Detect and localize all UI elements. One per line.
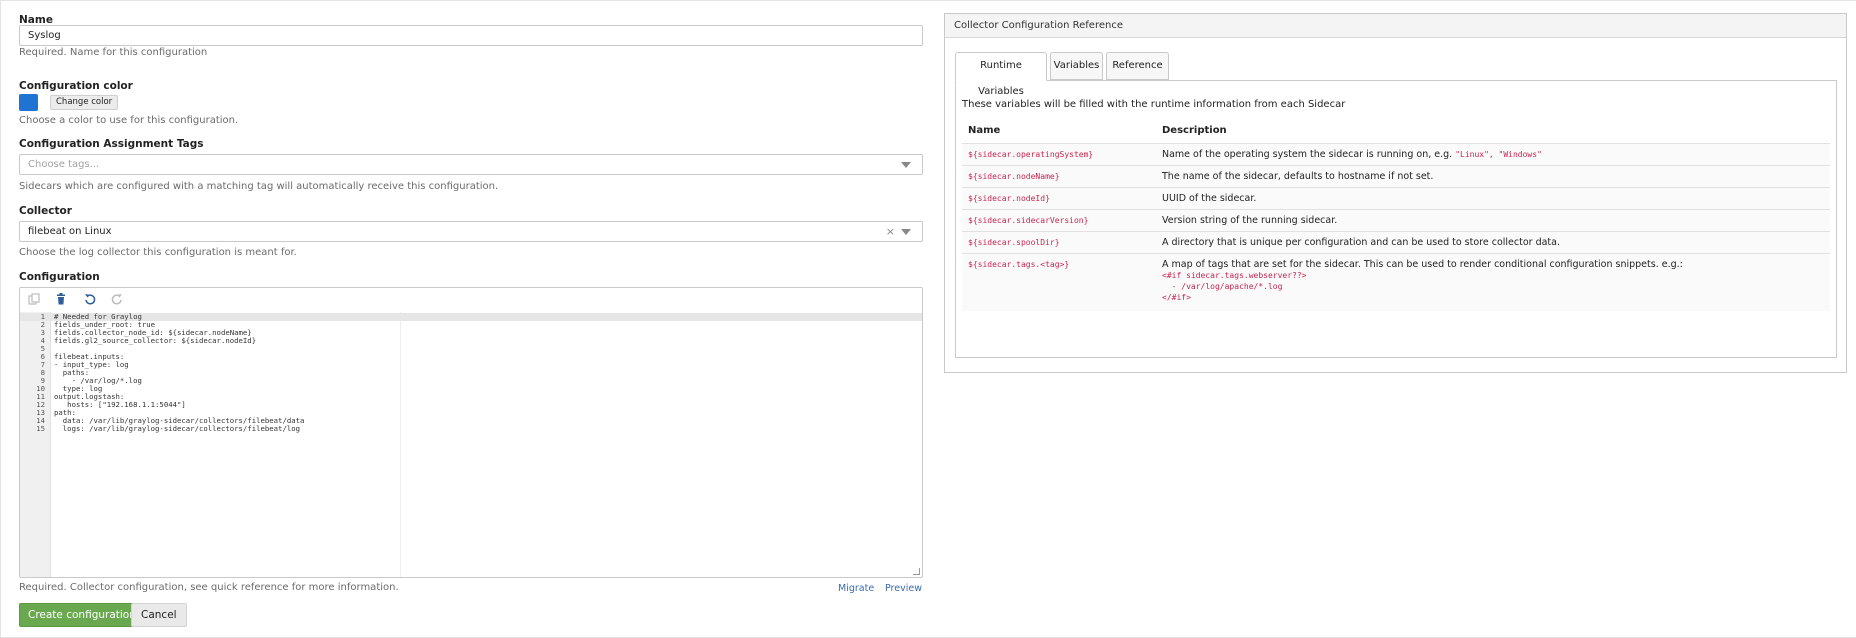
table-row: ${sidecar.spoolDir} A directory that is … [962,231,1830,253]
variable-name: ${sidecar.tags.<tag>} [968,260,1070,269]
code-editor[interactable]: 1 # Needed for Graylog 2 fields_under_root:… [19,287,923,578]
resize-handle[interactable] [913,568,920,575]
copy-icon[interactable] [27,292,41,306]
code-text: fields.gl2_source_collector: ${sidecar.n… [54,336,257,345]
variable-name: ${sidecar.operatingSystem} [968,150,1094,159]
configuration-help: Required. Collector configuration, see q… [19,582,399,593]
configuration-label: Configuration [19,271,100,283]
tab-runtime-variables[interactable]: Runtime Variables [955,52,1047,97]
redo-icon[interactable] [110,292,124,306]
variable-description: A directory that is unique per configura… [1162,237,1560,248]
table-row: ${sidecar.nodeName} The name of the side… [962,165,1830,187]
code-line[interactable]: 12 hosts: ["192.168.1.1:5044"] [20,401,922,409]
collector-help: Choose the log collector this configurat… [19,247,297,258]
code-text: logs: /var/lib/graylog-sidecar/collector… [54,424,301,433]
tags-help: Sidecars which are configured with a mat… [19,181,499,192]
code-line[interactable]: 1 # Needed for Graylog [20,313,922,321]
trash-icon[interactable] [54,292,68,306]
line-number: 15 [36,424,45,433]
code-line[interactable]: 10 type: log [20,385,922,393]
variable-name: ${sidecar.spoolDir} [968,238,1060,247]
variable-name: ${sidecar.sidecarVersion} [968,216,1089,225]
panel-title: Collector Configuration Reference [945,14,1846,38]
collector-select[interactable]: filebeat on Linux × [19,221,923,242]
runtime-variables-pane: These variables will be filled with the … [955,80,1837,358]
variable-name: ${sidecar.nodeName} [968,172,1060,181]
collector-value: filebeat on Linux [28,226,112,237]
inline-code: "Linux", "Windows" [1455,150,1542,159]
snippet-line: - /var/log/apache/*.log [1162,282,1283,291]
snippet-line: <#if sidecar.tags.webserver??> [1162,271,1307,280]
code-line[interactable]: 5 [20,345,922,353]
chevron-down-icon[interactable] [901,162,911,168]
snippet-line: </#if> [1162,293,1191,302]
name-help: Required. Name for this configuration [19,47,208,58]
color-label: Configuration color [19,80,133,92]
variable-description: Version string of the running sidecar. [1162,215,1338,226]
tags-select[interactable]: Choose tags... [19,154,923,175]
code-line[interactable]: 6 filebeat.inputs: [20,353,922,361]
code-line[interactable]: 4 fields.gl2_source_collector: ${sidecar.… [20,337,922,345]
code-line[interactable]: 7- input_type: log [20,361,922,369]
column-header-description: Description [1162,125,1227,136]
editor-toolbar [20,288,922,312]
chevron-down-icon[interactable] [901,229,911,235]
reference-panel: Collector Configuration Reference Runtim… [944,13,1847,373]
collector-label: Collector [19,205,72,217]
change-color-button[interactable]: Change color [50,95,119,110]
tab-variables[interactable]: Variables [1050,52,1103,80]
tab-reference[interactable]: Reference [1106,52,1169,80]
create-configuration-button[interactable]: Create configuration [19,603,145,627]
undo-icon[interactable] [83,292,97,306]
variable-description: Name of the operating system the sidecar… [1162,149,1542,160]
table-row: ${sidecar.tags.<tag>} A map of tags that… [962,253,1830,311]
variable-description: The name of the sidecar, defaults to hos… [1162,171,1434,182]
tags-label: Configuration Assignment Tags [19,138,204,150]
clear-icon[interactable]: × [886,222,895,241]
page: Name Syslog Required. Name for this conf… [0,0,1856,638]
table-row: ${sidecar.nodeId} UUID of the sidecar. [962,187,1830,209]
color-swatch[interactable] [19,94,38,111]
color-help: Choose a color to use for this configura… [19,115,239,126]
code-line[interactable]: 9 - /var/log/*.log [20,377,922,385]
table-row: ${sidecar.sidecarVersion} Version string… [962,209,1830,231]
code-line[interactable]: 15 logs: /var/lib/graylog-sidecar/collec… [20,425,922,433]
tags-placeholder: Choose tags... [28,159,100,170]
migrate-link[interactable]: Migrate [838,583,874,594]
name-input[interactable]: Syslog [19,25,923,46]
preview-link[interactable]: Preview [885,583,922,594]
cancel-button[interactable]: Cancel [131,603,187,627]
column-header-name: Name [968,125,1001,136]
code-lines[interactable]: 1 # Needed for Graylog 2 fields_under_root:… [20,313,922,433]
variable-name: ${sidecar.nodeId} [968,194,1050,203]
variable-description: UUID of the sidecar. [1162,193,1257,204]
variable-description: A map of tags that are set for the sidec… [1162,259,1683,270]
code-line[interactable]: 8 paths: [20,369,922,377]
table-row: ${sidecar.operatingSystem} Name of the o… [962,143,1830,165]
